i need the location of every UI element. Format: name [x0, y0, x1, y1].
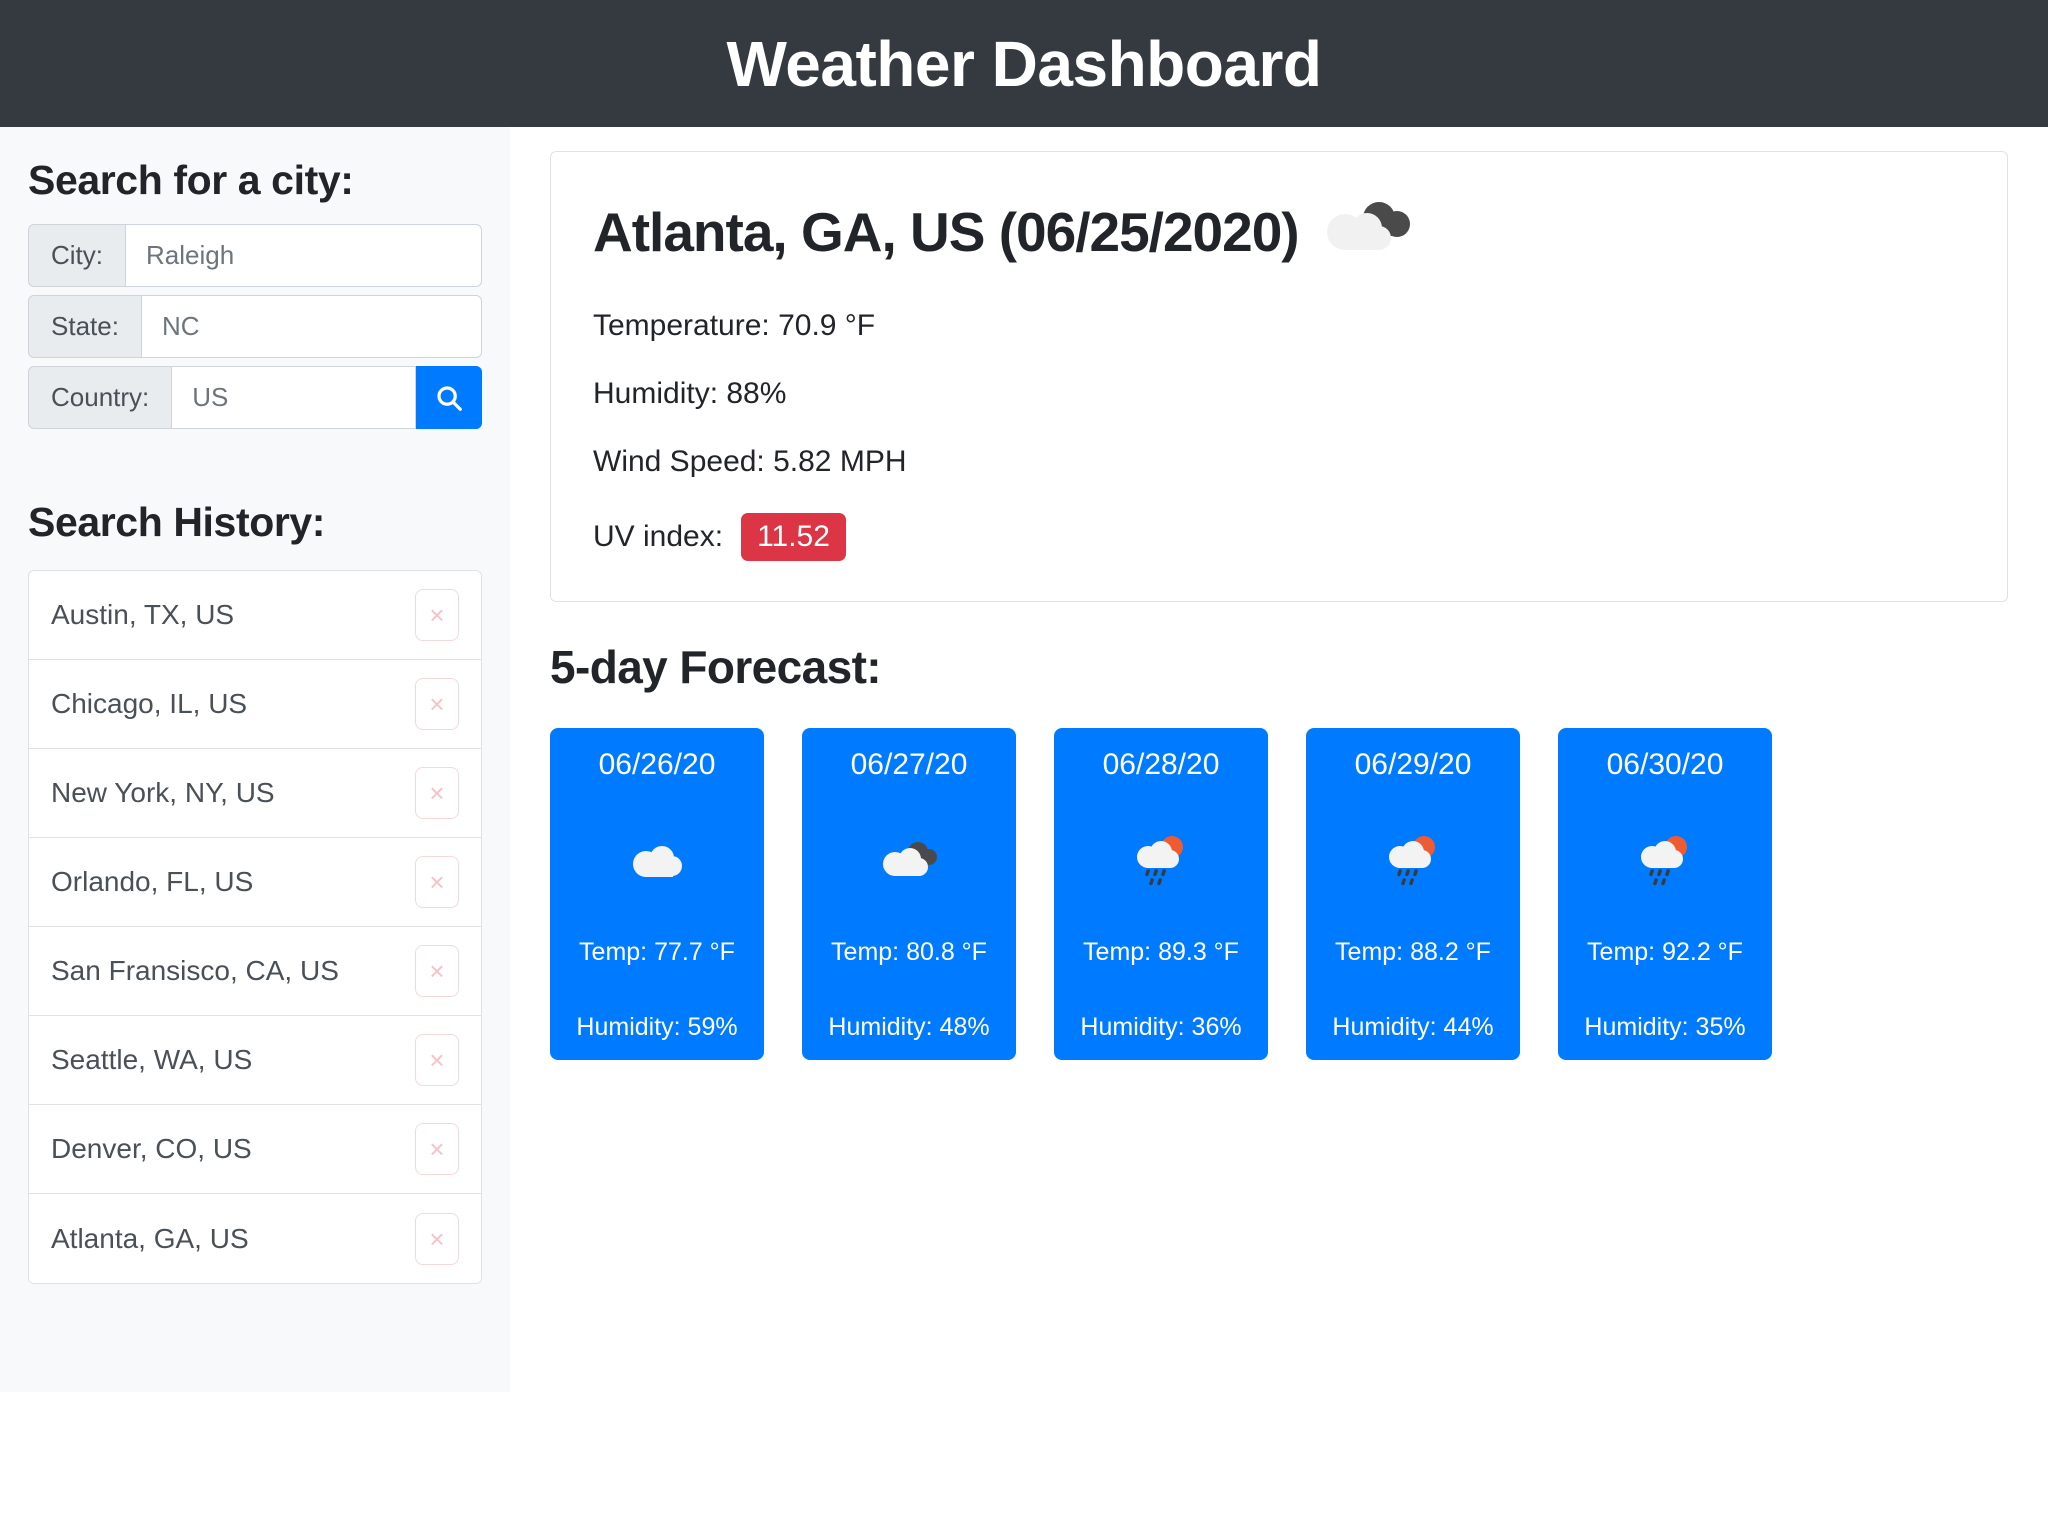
forecast-temp: Temp: 77.7 °F [579, 938, 735, 966]
delete-history-button[interactable]: × [415, 945, 459, 997]
forecast-temp: Temp: 92.2 °F [1587, 938, 1743, 966]
forecast-temp: Temp: 80.8 °F [831, 938, 987, 966]
uv-index-label: UV index: [593, 520, 724, 553]
current-weather-title-row: Atlanta, GA, US (06/25/2020) [593, 198, 1965, 265]
forecast-heading: 5-day Forecast: [550, 641, 882, 693]
delete-history-button[interactable]: × [415, 856, 459, 908]
forecast-card: 06/26/20 Temp: 77.7 °F Humidity: 59% [550, 728, 764, 1060]
forecast-date: 06/29/20 [1354, 748, 1472, 781]
forecast-date: 06/27/20 [850, 748, 968, 781]
search-history-list: Austin, TX, US × Chicago, IL, US × New Y… [28, 570, 482, 1284]
forecast-row: 06/26/20 Temp: 77.7 °F Humidity: 59% 06/… [550, 728, 2008, 1060]
forecast-humidity: Humidity: 36% [1080, 1013, 1242, 1041]
state-input[interactable] [140, 295, 482, 358]
history-item-label: Atlanta, GA, US [51, 1222, 249, 1254]
history-item[interactable]: New York, NY, US × [29, 749, 481, 838]
search-button[interactable] [416, 366, 482, 429]
page-body: Search for a city: City: State: Country:… [0, 127, 2048, 1536]
history-item[interactable]: Austin, TX, US × [29, 571, 481, 660]
shower-rain-sun-icon [1382, 828, 1444, 892]
city-input[interactable] [125, 224, 482, 287]
history-item-label: San Fransisco, CA, US [51, 955, 339, 986]
delete-history-button[interactable]: × [415, 1034, 459, 1086]
history-item-label: Chicago, IL, US [51, 688, 248, 719]
broken-clouds-icon [1321, 198, 1417, 265]
delete-history-button[interactable]: × [415, 1123, 459, 1175]
sidebar: Search for a city: City: State: Country:… [0, 127, 510, 1392]
wind-speed-text: Wind Speed: 5.82 MPH [593, 445, 907, 478]
search-icon [434, 383, 464, 413]
history-item[interactable]: Atlanta, GA, US × [29, 1194, 481, 1283]
current-weather-card: Atlanta, GA, US (06/25/2020) Temperature… [550, 151, 2008, 602]
broken-clouds-icon [878, 828, 940, 892]
history-item-label: Seattle, WA, US [51, 1044, 253, 1075]
temperature-text: Temperature: 70.9 °F [593, 309, 876, 342]
history-heading: Search History: [28, 499, 326, 545]
delete-history-button[interactable]: × [415, 589, 459, 641]
state-input-group: State: [28, 295, 482, 358]
history-item[interactable]: San Fransisco, CA, US × [29, 927, 481, 1016]
forecast-date: 06/26/20 [598, 748, 716, 781]
forecast-humidity: Humidity: 59% [576, 1013, 738, 1041]
delete-history-button[interactable]: × [415, 678, 459, 730]
country-label: Country: [28, 366, 172, 429]
forecast-humidity: Humidity: 48% [828, 1013, 990, 1041]
country-input-group: Country: [28, 366, 482, 429]
history-item-label: Austin, TX, US [51, 599, 235, 630]
country-input[interactable] [171, 366, 416, 429]
forecast-card: 06/30/20 Temp: 92.2 °F Humidity: 35% [1558, 728, 1772, 1060]
delete-history-button[interactable]: × [415, 767, 459, 819]
app-header: Weather Dashboard [0, 0, 2048, 127]
current-weather-title: Atlanta, GA, US (06/25/2020) [593, 200, 1300, 263]
city-label: City: [28, 224, 125, 287]
main-content: Atlanta, GA, US (06/25/2020) Temperature… [510, 127, 2048, 1060]
state-label: State: [28, 295, 141, 358]
forecast-card: 06/29/20 Temp: 88.2 °F Humidity: 44% [1306, 728, 1520, 1060]
history-item[interactable]: Seattle, WA, US × [29, 1016, 481, 1105]
shower-rain-sun-icon [1634, 828, 1696, 892]
delete-history-button[interactable]: × [415, 1212, 459, 1265]
history-item-label: New York, NY, US [51, 777, 275, 808]
history-item[interactable]: Denver, CO, US × [29, 1105, 481, 1194]
forecast-date: 06/28/20 [1102, 748, 1220, 781]
forecast-card: 06/27/20 Temp: 80.8 °F Humidity: 48% [802, 728, 1016, 1060]
history-item-label: Denver, CO, US [51, 1133, 252, 1164]
history-item[interactable]: Chicago, IL, US × [29, 660, 481, 749]
shower-rain-sun-icon [1130, 828, 1192, 892]
history-item[interactable]: Orlando, FL, US × [29, 838, 481, 927]
forecast-card: 06/28/20 Temp: 89.3 °F Humidity: 36% [1054, 728, 1268, 1060]
page-title: Weather Dashboard [726, 27, 1322, 100]
history-item-label: Orlando, FL, US [51, 866, 254, 897]
humidity-text: Humidity: 88% [593, 377, 787, 410]
uv-index-row: UV index: 11.52 [593, 513, 1965, 561]
cloud-icon [626, 828, 688, 892]
city-input-group: City: [28, 224, 482, 287]
forecast-temp: Temp: 89.3 °F [1083, 938, 1239, 966]
uv-index-badge: 11.52 [741, 513, 846, 561]
forecast-humidity: Humidity: 44% [1332, 1013, 1494, 1041]
search-heading: Search for a city: [28, 157, 354, 203]
forecast-temp: Temp: 88.2 °F [1335, 938, 1491, 966]
forecast-date: 06/30/20 [1606, 748, 1724, 781]
forecast-humidity: Humidity: 35% [1584, 1013, 1746, 1041]
